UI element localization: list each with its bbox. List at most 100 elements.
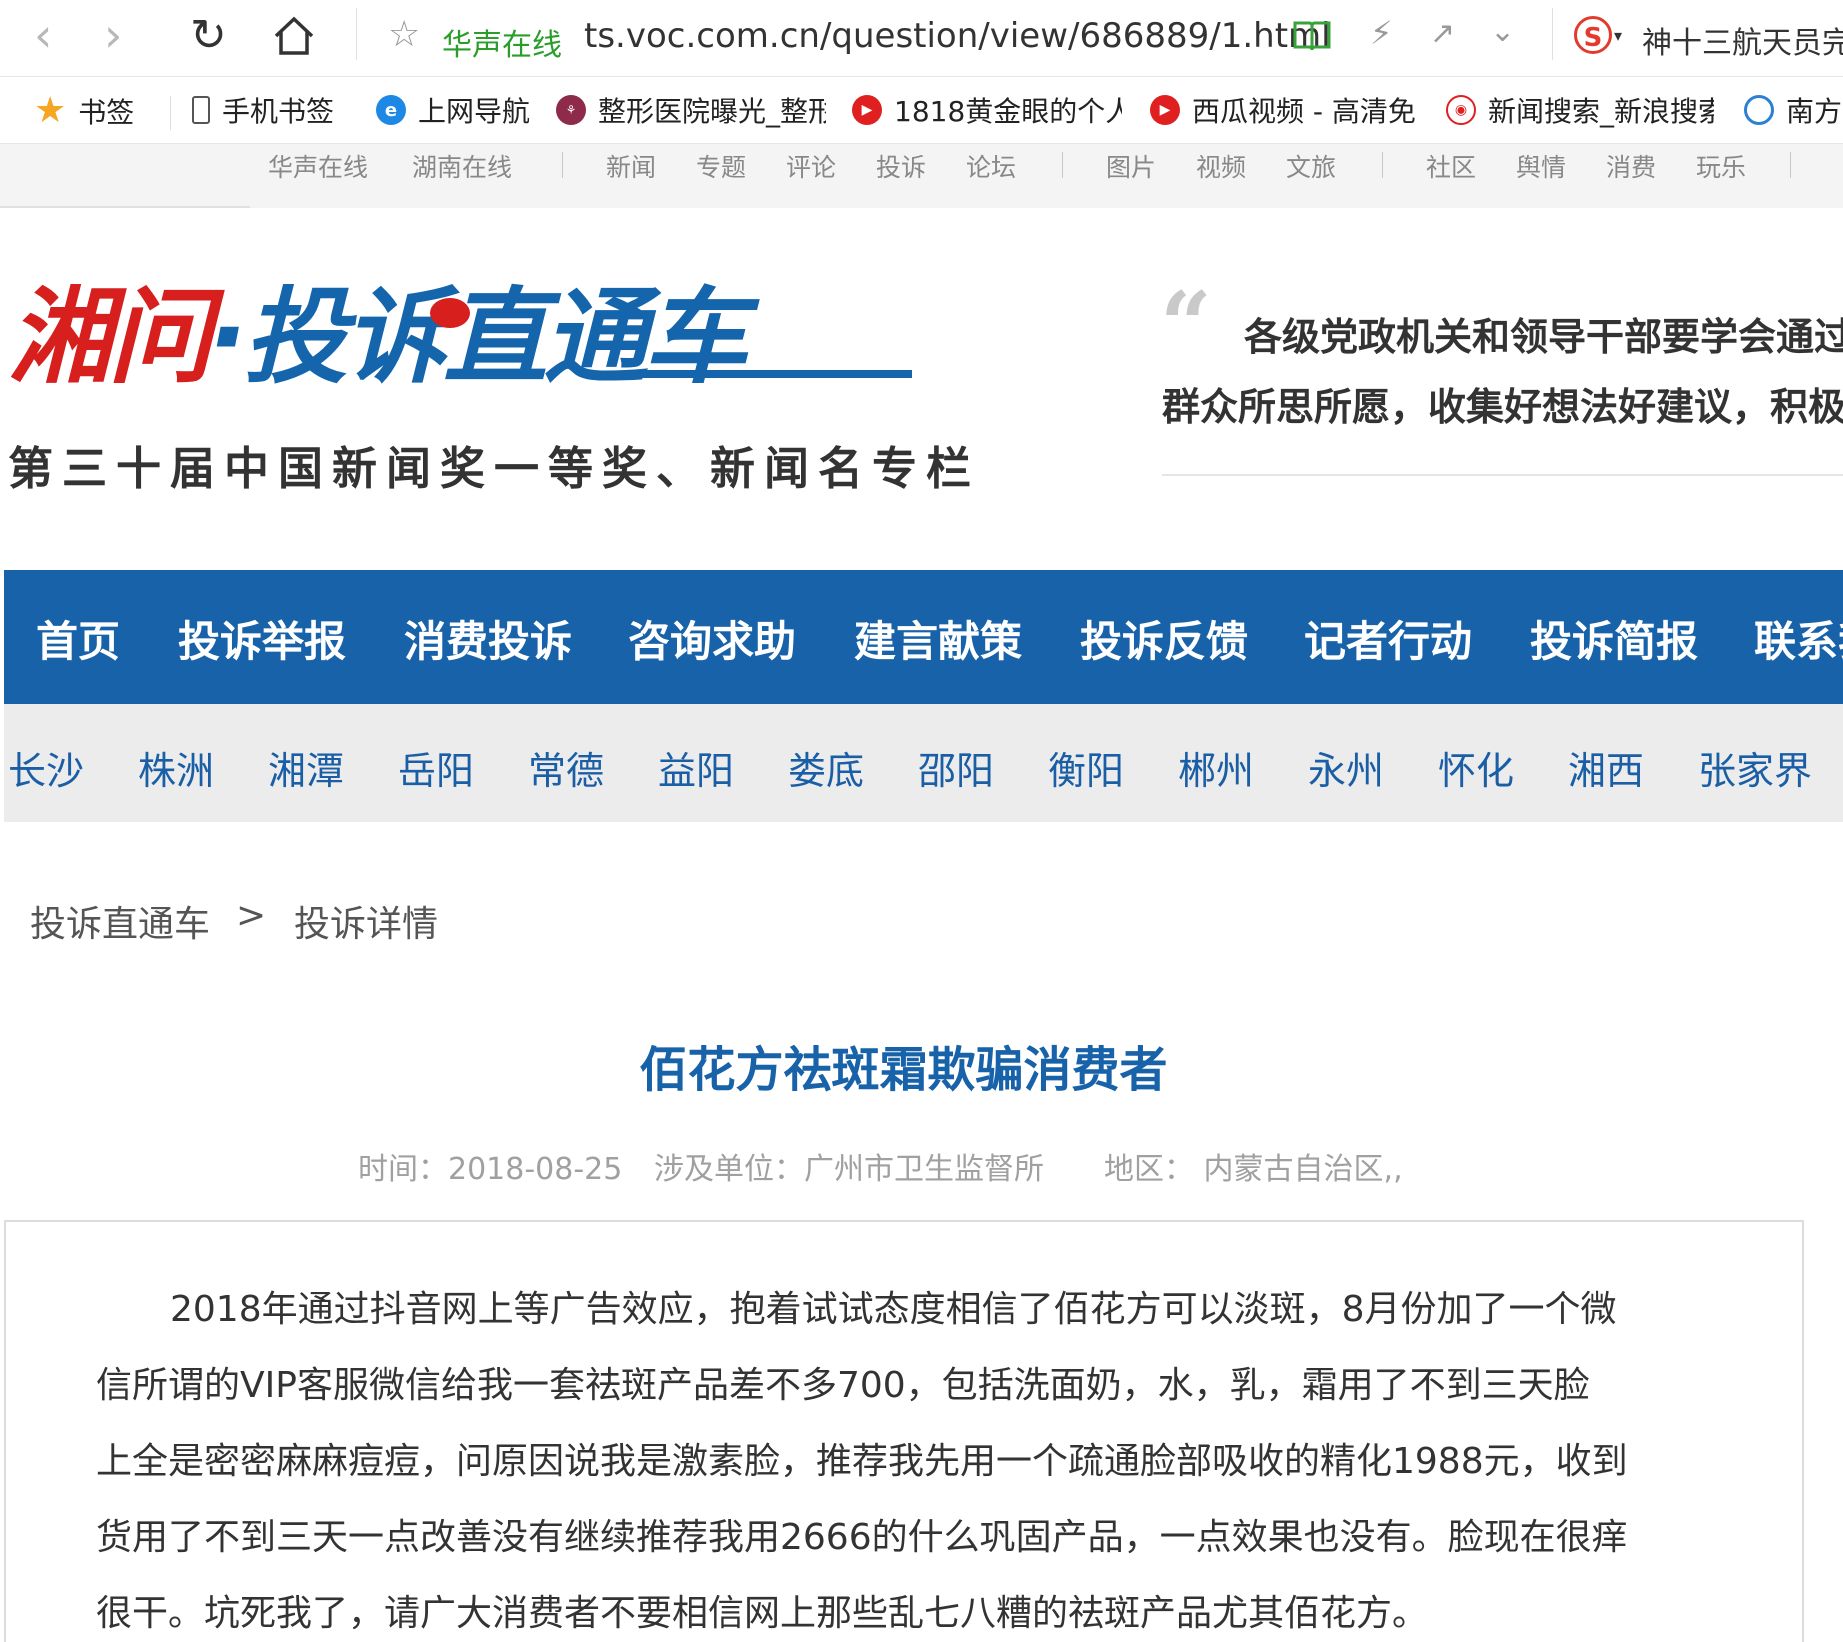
chevron-down-icon[interactable]: ⌄: [1490, 14, 1515, 49]
share-icon[interactable]: ↗: [1430, 16, 1455, 51]
bookmark-item[interactable]: e 上网导航: [376, 90, 530, 130]
breadcrumb-root[interactable]: 投诉直通车: [30, 895, 210, 947]
city-link[interactable]: 衡阳: [1048, 740, 1124, 795]
article-title: 佰花方祛斑霜欺骗消费者: [639, 1042, 1168, 1098]
bookmark-star-icon[interactable]: ☆: [388, 14, 420, 55]
bookmark-item[interactable]: ⚘ 整形医院曝光_整形: [556, 90, 826, 130]
header-quote-line: 各级党政机关和领导干部要学会通过: [1244, 314, 1843, 359]
reload-icon[interactable]: ↻: [190, 10, 227, 61]
bookmark-label: 整形医院曝光_整形: [598, 95, 826, 128]
top-link[interactable]: 文旅: [1286, 148, 1336, 184]
top-link[interactable]: 舆情: [1516, 148, 1566, 184]
top-link[interactable]: 评论: [786, 148, 836, 184]
nav-item-consult[interactable]: 咨询求助: [628, 608, 796, 669]
city-link[interactable]: 怀化: [1438, 740, 1514, 795]
top-link-divider: [1790, 152, 1791, 178]
article-paragraph-line: 2018年通过抖音网上等广告效应，抱着试试态度相信了佰花方可以淡斑，8月份加了一…: [170, 1289, 1617, 1330]
bookmark-divider: [170, 96, 171, 130]
speech-bubble-icon: [430, 298, 470, 328]
city-link[interactable]: 湘西: [1568, 740, 1644, 795]
city-link[interactable]: 益阳: [658, 740, 734, 795]
nav-item-feedback[interactable]: 投诉反馈: [1080, 608, 1248, 669]
phone-icon: [192, 96, 210, 124]
globe-icon: [1744, 95, 1774, 125]
nav-item-consumer-complaint[interactable]: 消费投诉: [404, 608, 572, 669]
search-engine-icon[interactable]: S: [1574, 16, 1612, 54]
city-link[interactable]: 永州: [1308, 740, 1384, 795]
bookmark-item[interactable]: 手机书签: [192, 90, 334, 130]
search-engine-dropdown-icon[interactable]: ▾: [1614, 26, 1622, 45]
nav-item-home[interactable]: 首页: [36, 608, 120, 669]
bookmark-item[interactable]: ★ 书签: [34, 90, 134, 131]
city-link[interactable]: 郴州: [1178, 740, 1254, 795]
search-box[interactable]: 神十三航天员完: [1642, 18, 1843, 62]
address-site-label: 华声在线: [442, 28, 562, 63]
nav-item-reporter[interactable]: 记者行动: [1304, 608, 1472, 669]
article-paragraph-line: 货用了不到三天一点改善没有继续推荐我用2666的什么巩固产品，一点效果也没有。脸…: [96, 1517, 1628, 1558]
quote-icon: “: [1160, 272, 1212, 378]
lightning-icon[interactable]: ⚡: [1370, 14, 1392, 52]
city-link[interactable]: 邵阳: [918, 740, 994, 795]
nav-item-suggestion[interactable]: 建言献策: [854, 608, 1022, 669]
play-icon: ▶: [852, 95, 882, 125]
city-link[interactable]: 湘潭: [268, 740, 344, 795]
bookmark-item[interactable]: ▶ 西瓜视频 - 高清免: [1150, 90, 1416, 130]
url-field[interactable]: ts.voc.com.cn/question/view/686889/1.htm…: [584, 16, 1331, 56]
top-link-divider: [1062, 152, 1063, 178]
bookmark-label: 1818黄金眼的个人: [894, 95, 1122, 128]
bookmark-item[interactable]: ▶ 1818黄金眼的个人: [852, 90, 1122, 130]
article-region: 地区： 内蒙古自治区,,: [1104, 1152, 1403, 1187]
toolbar-divider: [356, 8, 357, 60]
top-link[interactable]: 湖南在线: [412, 148, 512, 184]
nav-item-report[interactable]: 投诉举报: [178, 608, 346, 669]
nav-item-contact[interactable]: 联系我: [1754, 608, 1843, 669]
back-icon[interactable]: ‹: [34, 12, 52, 58]
top-link[interactable]: 论坛: [966, 148, 1016, 184]
bookmark-label: 西瓜视频 - 高清免: [1192, 95, 1416, 128]
reader-mode-icon[interactable]: [1292, 18, 1332, 54]
site-logo[interactable]: 湘问·投诉直通车: [8, 276, 748, 398]
top-link[interactable]: 图片: [1106, 148, 1156, 184]
star-icon: ★: [34, 90, 67, 131]
bookmark-label: 上网导航: [418, 95, 531, 128]
city-link[interactable]: 长沙: [8, 740, 84, 795]
weibo-icon: ◉: [1446, 95, 1476, 125]
city-link[interactable]: 株洲: [138, 740, 214, 795]
top-link[interactable]: 专题: [696, 148, 746, 184]
top-links-underline: [0, 206, 250, 208]
bookmark-item[interactable]: ◉ 新闻搜索_新浪搜索: [1446, 90, 1714, 130]
top-link[interactable]: 新闻: [606, 148, 656, 184]
city-link[interactable]: 娄底: [788, 740, 864, 795]
city-link[interactable]: 张家界: [1698, 740, 1812, 795]
top-link-divider: [1382, 152, 1383, 178]
bookmark-item[interactable]: 南方: [1744, 90, 1843, 130]
top-link[interactable]: 投诉: [876, 148, 926, 184]
city-link[interactable]: 岳阳: [398, 740, 474, 795]
bookmark-label: 手机书签: [222, 95, 335, 128]
ie-icon: e: [376, 95, 406, 125]
article-paragraph-line: 信所谓的VIP客服微信给我一套祛斑产品差不多700，包括洗面奶，水，乳，霜用了不…: [96, 1365, 1590, 1406]
top-link[interactable]: 消费: [1606, 148, 1656, 184]
logo-dot: ·: [208, 276, 247, 398]
top-link[interactable]: 华声在线: [268, 148, 368, 184]
logo-subtitle: 第三十届中国新闻奖一等奖、新闻名专栏: [8, 442, 981, 495]
article-time: 时间：2018-08-25: [358, 1152, 623, 1187]
city-link[interactable]: 常德: [528, 740, 604, 795]
article-paragraph-line: 上全是密密麻麻痘痘，问原因说我是激素脸，推荐我先用一个疏通脸部吸收的精化1988…: [96, 1441, 1628, 1482]
logo-part-blue: 投诉直通车: [243, 276, 748, 398]
top-link[interactable]: 玩乐: [1696, 148, 1746, 184]
clinic-icon: ⚘: [556, 95, 586, 125]
play-icon: ▶: [1150, 95, 1180, 125]
top-link-divider: [562, 152, 563, 178]
top-link[interactable]: 视频: [1196, 148, 1246, 184]
home-icon[interactable]: [272, 14, 316, 58]
nav-item-briefing[interactable]: 投诉简报: [1530, 608, 1698, 669]
header-quote-line: 群众所思所愿，收集好想法好建议，积极: [1162, 384, 1843, 429]
top-link[interactable]: 社区: [1426, 148, 1476, 184]
bookmark-label: 书签: [78, 95, 135, 129]
header-divider: [1162, 474, 1843, 476]
breadcrumb-current: 投诉详情: [294, 904, 439, 945]
forward-icon[interactable]: ›: [104, 12, 122, 58]
bookmark-label: 南方: [1786, 95, 1843, 128]
logo-part-red: 湘问: [8, 276, 212, 398]
